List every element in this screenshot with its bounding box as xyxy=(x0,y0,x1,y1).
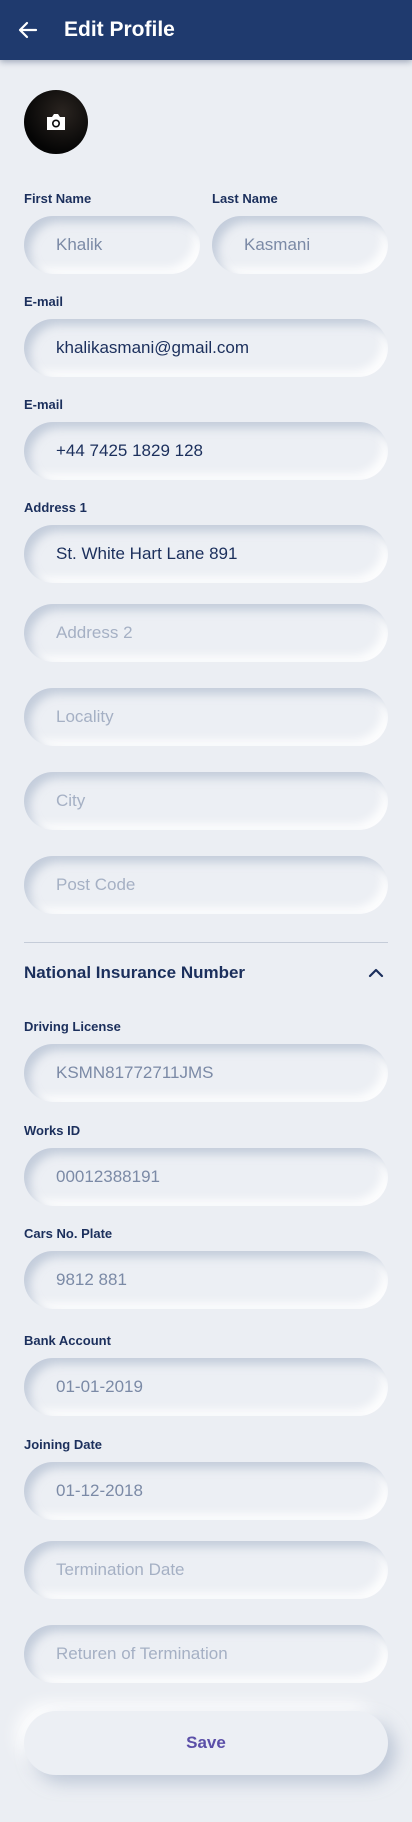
first-name-field[interactable]: Khalik xyxy=(24,216,200,274)
driving-license-field[interactable]: KSMN81772711JMS xyxy=(24,1044,388,1102)
driving-license-label: Driving License xyxy=(24,1019,121,1034)
app-bar: Edit Profile xyxy=(0,0,412,60)
address2-field[interactable]: Address 2 xyxy=(24,604,388,662)
works-id-field[interactable]: 00012388191 xyxy=(24,1148,388,1206)
back-button[interactable] xyxy=(0,0,56,60)
arrow-left-icon xyxy=(18,21,38,39)
last-name-field[interactable]: Kasmani xyxy=(212,216,388,274)
address1-label: Address 1 xyxy=(24,500,87,515)
first-name-label: First Name xyxy=(24,191,92,206)
post-code-field[interactable]: Post Code xyxy=(24,856,388,914)
section-title: National Insurance Number xyxy=(24,963,246,982)
bank-account-field[interactable]: 01-01-2019 xyxy=(24,1358,388,1416)
termination-date-field[interactable]: Termination Date xyxy=(24,1541,388,1599)
section-divider xyxy=(24,942,388,943)
email-field[interactable]: khalikasmani@gmail.com xyxy=(24,319,388,377)
camera-icon xyxy=(47,114,65,130)
termination-reason-field[interactable]: Returen of Termination xyxy=(24,1625,388,1683)
chevron-up-icon xyxy=(368,968,384,978)
page-title: Edit Profile xyxy=(64,18,175,41)
bank-account-label: Bank Account xyxy=(24,1333,111,1348)
city-field[interactable]: City xyxy=(24,772,388,830)
joining-date-field[interactable]: 01-12-2018 xyxy=(24,1462,388,1520)
phone-label: E-mail xyxy=(24,397,64,412)
save-button[interactable]: Save xyxy=(24,1711,388,1775)
email-label: E-mail xyxy=(24,294,64,309)
avatar[interactable] xyxy=(24,90,88,154)
address1-field[interactable]: St. White Hart Lane 891 xyxy=(24,525,388,583)
works-id-label: Works ID xyxy=(24,1123,81,1138)
last-name-label: Last Name xyxy=(212,191,278,206)
plate-label: Cars No. Plate xyxy=(24,1226,113,1241)
insurance-section-header[interactable]: National Insurance Number xyxy=(24,958,388,988)
locality-field[interactable]: Locality xyxy=(24,688,388,746)
plate-field[interactable]: 9812 881 xyxy=(24,1251,388,1309)
joining-date-label: Joining Date xyxy=(24,1437,103,1452)
phone-field[interactable]: +44 7425 1829 128 xyxy=(24,422,388,480)
